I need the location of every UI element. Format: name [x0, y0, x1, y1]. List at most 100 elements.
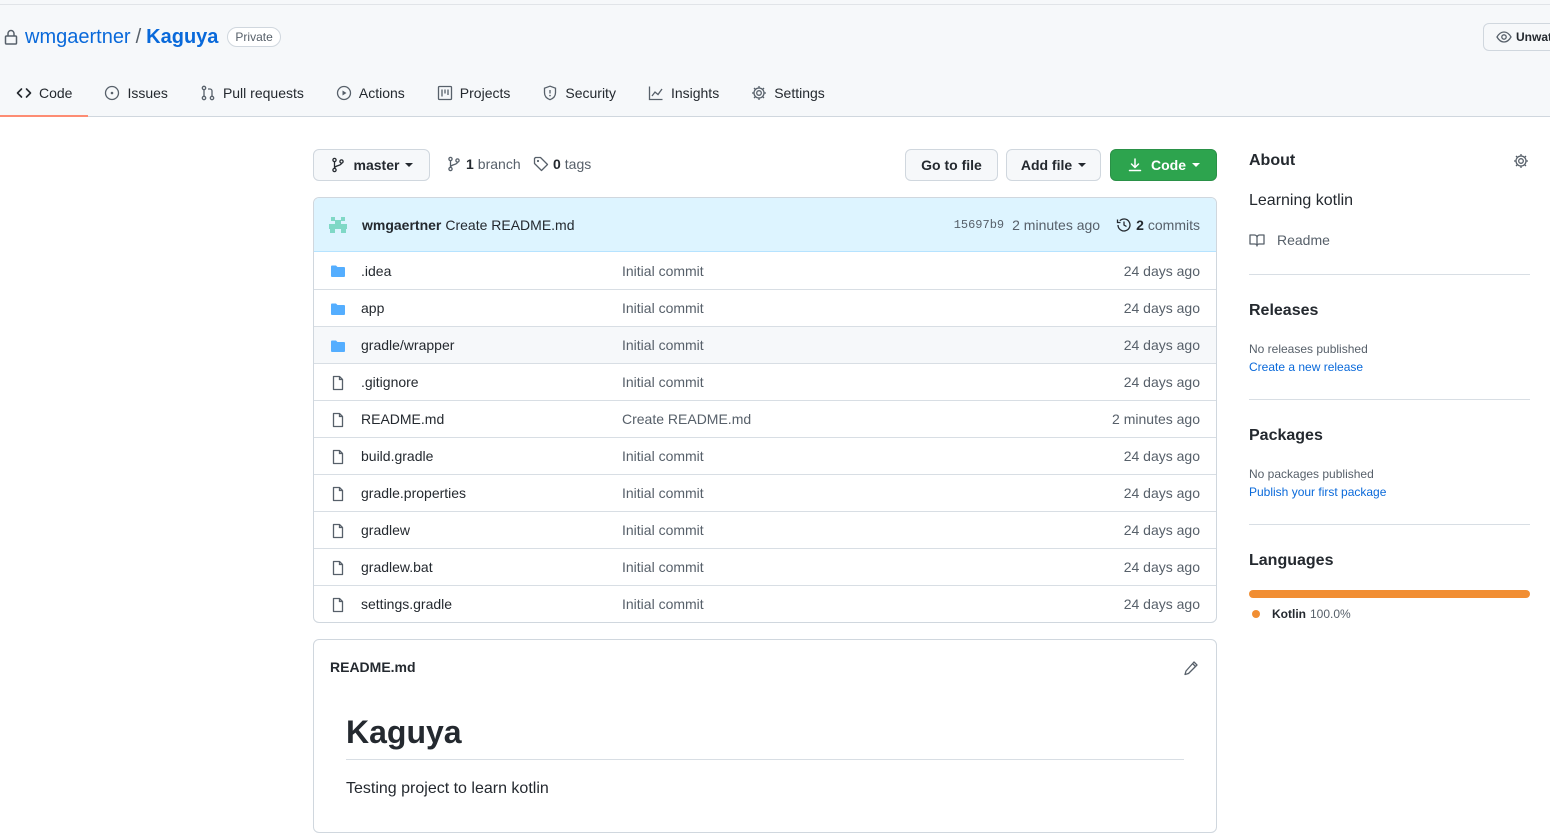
repo-owner-link[interactable]: wmgaertner [25, 26, 131, 49]
file-icon [330, 375, 346, 391]
tab-code[interactable]: Code [0, 72, 89, 117]
readme-divider [346, 759, 1184, 760]
file-age: 24 days ago [1123, 337, 1200, 353]
file-commit-message-link[interactable]: Initial commit [622, 374, 704, 390]
file-commit-message-link[interactable]: Initial commit [622, 263, 704, 279]
file-row[interactable]: app Initial commit 24 days ago [314, 289, 1216, 326]
file-age: 24 days ago [1123, 559, 1200, 575]
file-row[interactable]: gradle.properties Initial commit 24 days a… [314, 474, 1216, 511]
file-commit-message-link[interactable]: Initial commit [622, 596, 704, 612]
history-icon [1116, 218, 1131, 232]
file-name-link[interactable]: build.gradle [361, 448, 433, 464]
lock-icon [4, 29, 18, 45]
file-age: 24 days ago [1123, 522, 1200, 538]
language-name: Kotlin [1272, 607, 1306, 621]
file-list: wmgaertner Create README.md 15697b9 2 mi… [313, 197, 1217, 623]
file-icon [330, 486, 346, 502]
tab-security-label: Security [565, 85, 616, 101]
file-row[interactable]: .idea Initial commit 24 days ago [314, 252, 1216, 289]
language-item[interactable]: Kotlin 100.0% [1252, 607, 1351, 621]
go-to-file-button[interactable]: Go to file [905, 149, 998, 181]
file-name-link[interactable]: .gitignore [361, 374, 419, 390]
commit-author-link[interactable]: wmgaertner [362, 217, 441, 233]
tab-code-label: Code [39, 85, 73, 101]
branch-icon [331, 157, 344, 173]
tab-issues[interactable]: Issues [88, 72, 183, 114]
file-name-link[interactable]: README.md [361, 411, 444, 427]
repo-name-link[interactable]: Kaguya [146, 26, 218, 49]
file-commit-message-link[interactable]: Initial commit [622, 559, 704, 575]
latest-commit: wmgaertner Create README.md 15697b9 2 mi… [314, 198, 1216, 252]
shield-icon [544, 85, 557, 101]
code-button-label: Code [1151, 157, 1186, 173]
file-row[interactable]: gradlew Initial commit 24 days ago [314, 511, 1216, 548]
folder-icon [330, 263, 346, 279]
file-name-link[interactable]: app [361, 300, 384, 316]
tab-projects-label: Projects [459, 85, 511, 101]
file-row[interactable]: settings.gradle Initial commit 24 days ago [314, 585, 1216, 622]
readme-link-label: Readme [1277, 232, 1330, 248]
language-bar [1249, 590, 1530, 598]
file-name-link[interactable]: gradle.properties [361, 485, 466, 501]
pencil-icon[interactable] [1183, 660, 1199, 676]
tab-actions[interactable]: Actions [320, 72, 421, 114]
tab-insights-label: Insights [670, 85, 720, 101]
tags-link[interactable]: 0 tags [533, 156, 591, 172]
file-name-link[interactable]: settings.gradle [361, 596, 452, 612]
path-separator: / [135, 25, 142, 48]
commit-sha-link[interactable]: 15697b9 [954, 218, 1004, 232]
tab-security[interactable]: Security [526, 72, 632, 114]
tab-projects[interactable]: Projects [421, 72, 527, 114]
file-name-link[interactable]: gradlew [361, 522, 410, 538]
file-row[interactable]: build.gradle Initial commit 24 days ago [314, 437, 1216, 474]
packages-empty-text: No packages published [1249, 467, 1374, 481]
publish-package-link[interactable]: Publish your first package [1249, 485, 1386, 499]
book-icon [1249, 234, 1265, 247]
file-row[interactable]: README.md Create README.md 2 minutes ago [314, 400, 1216, 437]
commit-message-link[interactable]: Create README.md [445, 217, 574, 233]
tab-settings-label: Settings [774, 85, 825, 101]
tab-insights[interactable]: Insights [632, 72, 735, 114]
branch-select-button[interactable]: master [313, 149, 430, 181]
file-icon [330, 449, 346, 465]
unwatch-button[interactable]: Unwat [1483, 23, 1550, 51]
commit-meta: 15697b9 2 minutes ago 2 commits [954, 198, 1200, 252]
add-file-label: Add file [1020, 157, 1073, 173]
file-age: 24 days ago [1123, 448, 1200, 464]
file-name-link[interactable]: gradle/wrapper [361, 337, 454, 353]
readme-body: Testing project to learn kotlin [346, 780, 549, 797]
packages-title[interactable]: Packages [1249, 427, 1323, 445]
tab-pull-requests[interactable]: Pull requests [184, 72, 320, 114]
tab-settings[interactable]: Settings [735, 72, 841, 114]
branches-link[interactable]: 1 branch [446, 156, 521, 172]
releases-title[interactable]: Releases [1249, 302, 1318, 320]
eye-icon [1496, 31, 1512, 43]
avatar[interactable] [328, 214, 348, 235]
file-commit-message-link[interactable]: Create README.md [622, 411, 751, 427]
commits-link[interactable]: 2 commits [1116, 217, 1200, 233]
code-button[interactable]: Code [1110, 149, 1217, 181]
chevron-down-icon [405, 163, 414, 167]
readme-filename: README.md [330, 659, 416, 675]
commit-count-word: commits [1147, 217, 1200, 233]
tab-actions-label: Actions [358, 85, 405, 101]
repo-header: wmgaertner / Kaguya Private Unwat Code I… [0, 0, 1550, 117]
file-commit-message-link[interactable]: Initial commit [622, 448, 704, 464]
file-name-link[interactable]: gradlew.bat [361, 559, 433, 575]
create-release-link[interactable]: Create a new release [1249, 360, 1363, 374]
gear-icon[interactable] [1513, 153, 1529, 169]
file-row[interactable]: gradlew.bat Initial commit 24 days ago [314, 548, 1216, 585]
folder-icon [330, 338, 346, 354]
branch-count: 1 [466, 156, 474, 172]
file-commit-message-link[interactable]: Initial commit [622, 300, 704, 316]
file-age: 24 days ago [1123, 596, 1200, 612]
file-row[interactable]: gradle/wrapper Initial commit 24 days ago [314, 326, 1216, 363]
file-name-link[interactable]: .idea [361, 263, 391, 279]
file-commit-message-link[interactable]: Initial commit [622, 337, 704, 353]
file-commit-message-link[interactable]: Initial commit [622, 522, 704, 538]
add-file-button[interactable]: Add file [1006, 149, 1101, 181]
file-row[interactable]: .gitignore Initial commit 24 days ago [314, 363, 1216, 400]
file-commit-message-link[interactable]: Initial commit [622, 485, 704, 501]
commit-count: 2 [1136, 217, 1144, 233]
readme-link[interactable]: Readme [1249, 232, 1330, 248]
